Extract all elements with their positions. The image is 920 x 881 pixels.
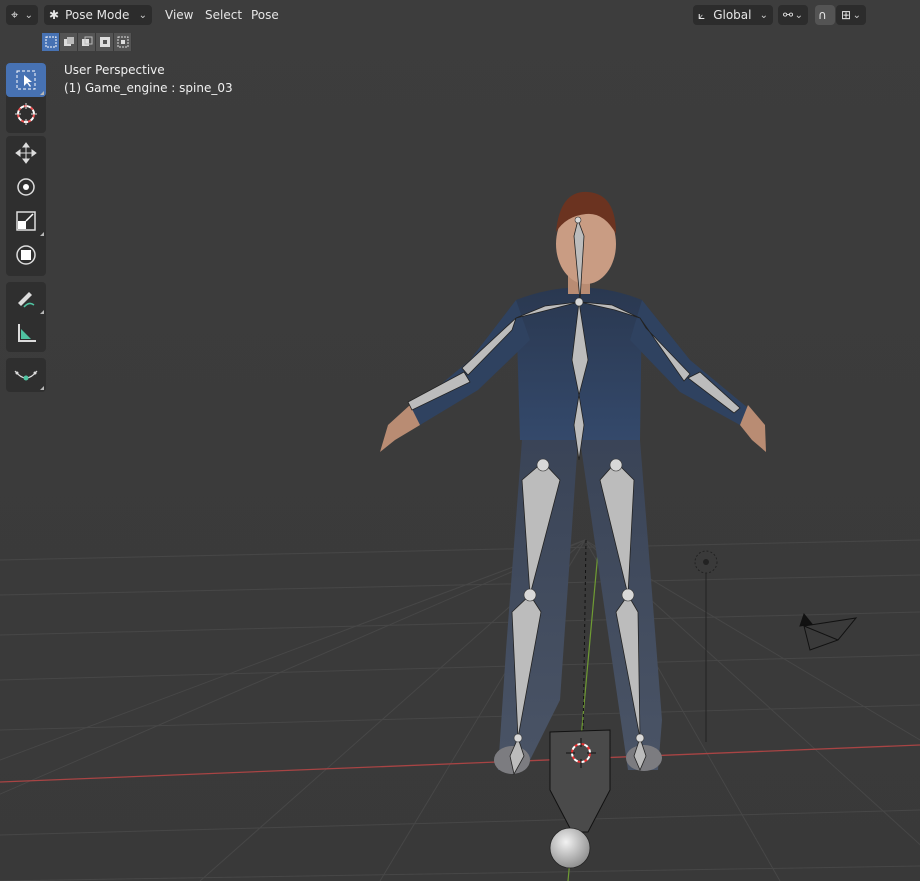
tool-measure[interactable]	[6, 316, 46, 350]
mode-dropdown[interactable]: ✱ Pose Mode ⌄	[44, 5, 152, 25]
toolbar-transform	[6, 136, 46, 276]
menu-view[interactable]: View	[165, 8, 193, 22]
select-box-icon	[16, 70, 36, 90]
tool-select-box[interactable]	[6, 63, 46, 97]
chevron-down-icon: ⌄	[794, 9, 803, 21]
snap-target-dropdown[interactable]: ⊞ ⌄	[836, 5, 866, 25]
snap-toggle[interactable]: ∩	[815, 5, 835, 25]
measure-icon	[18, 324, 36, 342]
tool-rotate[interactable]	[6, 170, 46, 204]
tool-cursor[interactable]	[6, 97, 46, 131]
toolbar-relax	[6, 358, 46, 392]
orientation-icon: ⟀	[698, 7, 706, 22]
menu-select[interactable]: Select	[205, 8, 242, 22]
toolbar-annotate-measure	[6, 282, 46, 352]
tool-submenu-indicator	[40, 386, 44, 390]
tool-annotate[interactable]	[6, 282, 46, 316]
chevron-down-icon: ⌄	[138, 9, 147, 21]
pose-mode-icon: ✱	[49, 8, 60, 22]
object-transform-icon: ⌖	[11, 7, 19, 23]
chevron-down-icon: ⌄	[852, 9, 861, 21]
select-extend-button[interactable]	[60, 33, 78, 51]
tool-submenu-indicator	[40, 91, 44, 95]
tool-scale[interactable]	[6, 204, 46, 238]
snap-increment-icon: ⊞	[841, 8, 852, 22]
transform-icon	[16, 245, 36, 265]
tool-submenu-indicator	[40, 310, 44, 314]
cursor-icon	[15, 103, 37, 125]
editor-type-button[interactable]: ⌖ ⌄	[6, 5, 38, 25]
magnet-icon: ∩	[818, 8, 827, 22]
select-difference-button[interactable]	[96, 33, 114, 51]
toolbar-select-cursor	[6, 63, 46, 133]
viewport-header: ⌖ ⌄ ✱ Pose Mode ⌄ View Select Pose ⟀ Glo…	[0, 0, 920, 30]
select-subtract-button[interactable]	[78, 33, 96, 51]
tool-transform[interactable]	[6, 238, 46, 272]
tool-submenu-indicator	[40, 232, 44, 236]
select-set-new-button[interactable]	[42, 33, 60, 51]
chevron-down-icon: ⌄	[24, 9, 33, 21]
root-bone-ball	[549, 827, 591, 869]
relax-icon	[14, 370, 38, 381]
select-intersect-button[interactable]	[114, 33, 132, 51]
move-icon	[15, 142, 37, 164]
scale-icon	[16, 211, 36, 231]
pivot-icon: ⚯	[783, 8, 794, 22]
orientation-label: Global	[713, 8, 752, 22]
chevron-down-icon: ⌄	[759, 9, 768, 21]
transform-orientation-dropdown[interactable]: ⟀ Global ⌄	[693, 5, 773, 25]
tool-relax[interactable]	[6, 358, 46, 392]
tool-move[interactable]	[6, 136, 46, 170]
menu-pose[interactable]: Pose	[251, 8, 279, 22]
object-info-label: (1) Game_engine : spine_03	[64, 81, 233, 95]
viewport-3d[interactable]	[0, 0, 920, 881]
rotate-icon	[17, 178, 35, 196]
mode-label: Pose Mode	[65, 8, 130, 22]
annotate-icon	[18, 292, 35, 308]
view-name-label: User Perspective	[64, 63, 165, 77]
pivot-point-dropdown[interactable]: ⚯ ⌄	[778, 5, 808, 25]
selection-mode-group	[42, 33, 132, 51]
